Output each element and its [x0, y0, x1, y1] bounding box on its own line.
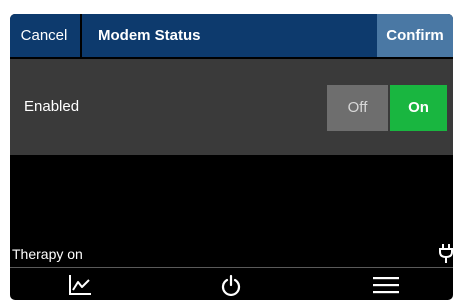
- page-title: Modem Status: [98, 27, 201, 44]
- power-icon[interactable]: [201, 268, 261, 300]
- menu-icon[interactable]: [356, 268, 416, 300]
- cancel-button[interactable]: Cancel: [10, 14, 78, 57]
- setting-label: Enabled: [24, 98, 80, 115]
- toggle-on-option[interactable]: On: [390, 85, 447, 131]
- toggle-off-option[interactable]: Off: [327, 85, 388, 131]
- header-bar: Cancel Modem Status Confirm: [10, 14, 453, 57]
- header-divider: [80, 14, 82, 57]
- bottom-nav: [10, 267, 453, 300]
- status-text: Therapy on: [12, 246, 83, 262]
- device-screen: Cancel Modem Status Confirm Enabled Off …: [10, 14, 453, 300]
- enabled-toggle[interactable]: Off On: [327, 85, 447, 131]
- status-bar: Therapy on: [10, 242, 453, 266]
- confirm-button[interactable]: Confirm: [377, 14, 453, 57]
- setting-row-enabled: Enabled Off On: [10, 59, 453, 155]
- chart-icon[interactable]: [50, 268, 110, 300]
- plug-icon: [439, 242, 453, 264]
